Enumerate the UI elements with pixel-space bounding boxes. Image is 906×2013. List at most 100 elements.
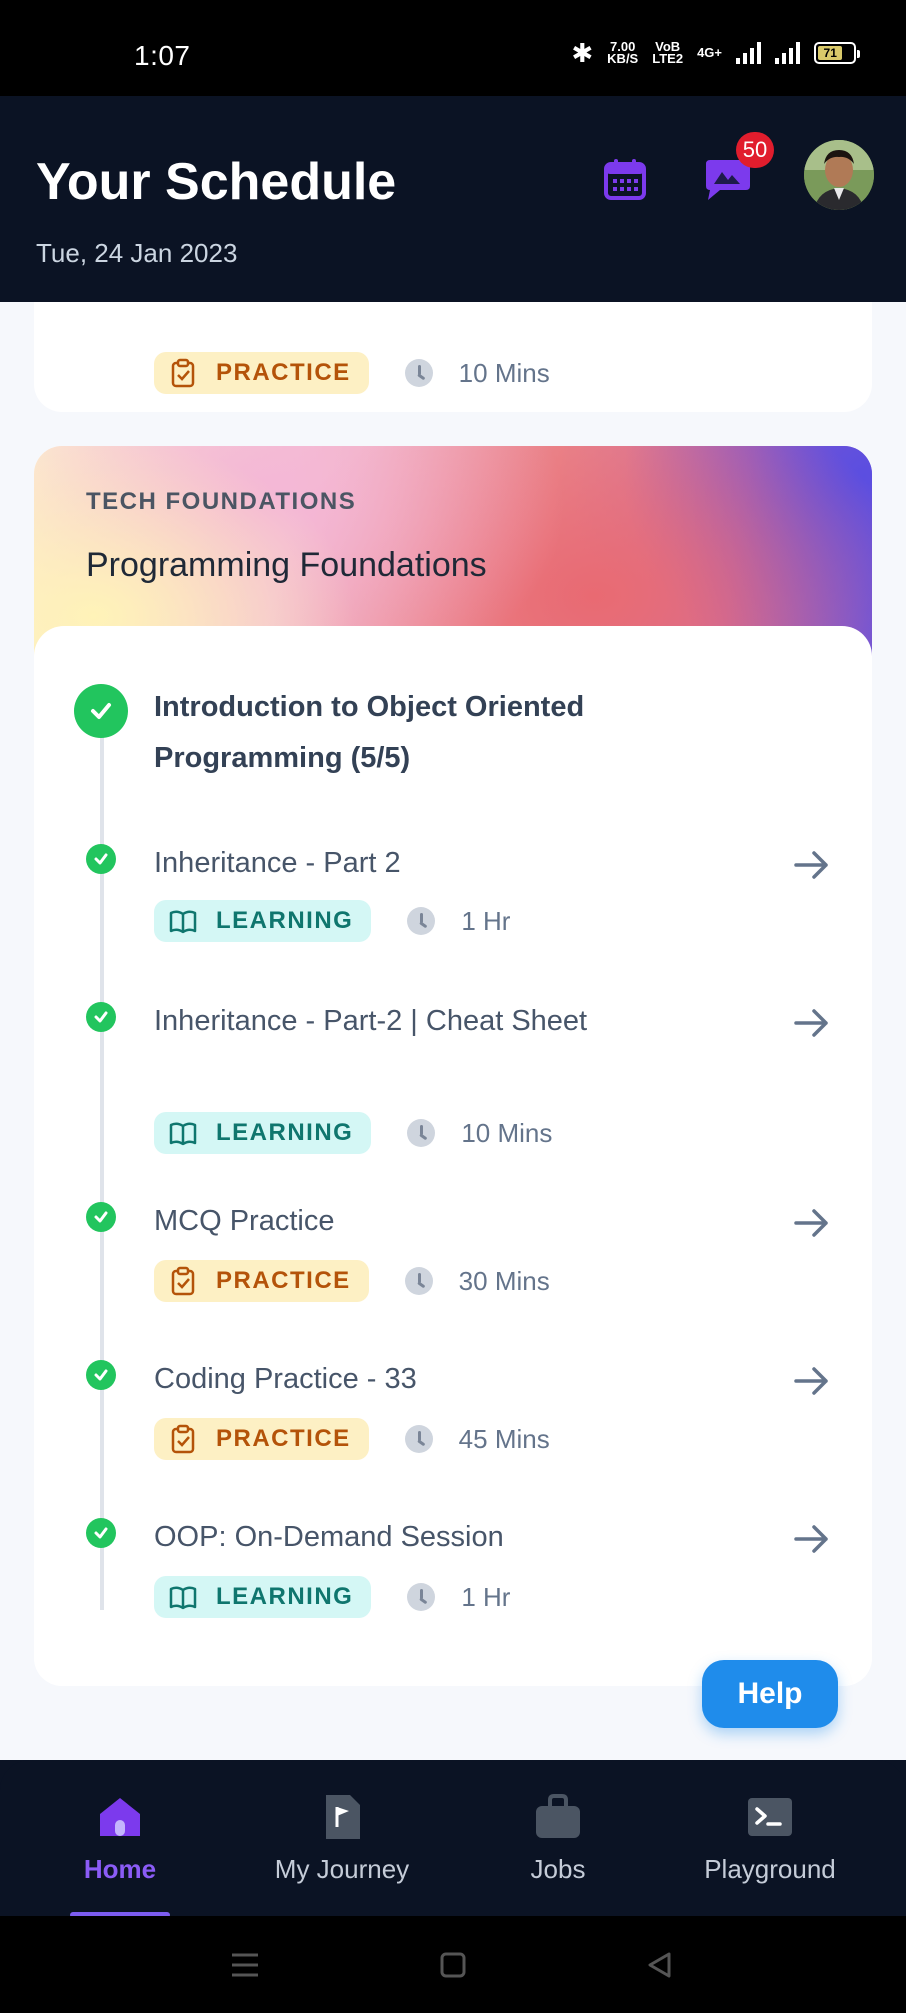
- briefcase-icon: [533, 1792, 583, 1842]
- item-meta: LEARNING 1 Hr: [154, 1576, 510, 1618]
- help-button[interactable]: Help: [702, 1660, 838, 1728]
- module-complete-icon: [74, 684, 128, 738]
- book-open-icon: [168, 906, 198, 936]
- bottom-nav: Home My Journey Jobs Playground: [0, 1760, 906, 1918]
- item-title: MCQ Practice: [154, 1205, 335, 1237]
- learning-tag: LEARNING: [154, 1576, 372, 1618]
- previous-course-card: PRACTICE 10 Mins: [34, 302, 872, 412]
- tag-label: PRACTICE: [216, 1267, 351, 1294]
- check-circle-icon: [86, 1518, 116, 1548]
- page-title: Your Schedule: [36, 153, 397, 211]
- battery-level: 71: [818, 46, 843, 60]
- tag-label: PRACTICE: [216, 1425, 351, 1452]
- tag-label: PRACTICE: [216, 359, 351, 386]
- calendar-icon: [604, 159, 646, 200]
- system-nav-bar: [0, 1916, 906, 2013]
- home-system-button[interactable]: [428, 1940, 478, 1990]
- clipboard-check-icon: [168, 1424, 198, 1454]
- volte-bottom: LTE2: [652, 51, 684, 66]
- item-title: Coding Practice - 33: [154, 1363, 417, 1395]
- status-icons: ✱ 7.00 KB/S VoB LTE2 4G+ 71: [571, 38, 860, 68]
- nav-item-home[interactable]: Home: [50, 1760, 190, 1916]
- square-icon: [440, 1952, 466, 1978]
- module-title: Introduction to Object Oriented Programm…: [154, 691, 585, 774]
- calendar-button[interactable]: [600, 154, 650, 204]
- nav-label: Jobs: [530, 1854, 586, 1884]
- app-header: Your Schedule Tue, 24 Jan 2023 50: [0, 96, 906, 302]
- flag-icon: [317, 1792, 367, 1842]
- clock-icon: [404, 359, 433, 387]
- course-category: TECH FOUNDATIONS: [86, 488, 357, 515]
- status-time: 1:07: [134, 40, 191, 71]
- nav-item-my-journey[interactable]: My Journey: [252, 1760, 432, 1916]
- nav-item-playground[interactable]: Playground: [686, 1760, 854, 1916]
- clock-icon: [404, 1425, 433, 1453]
- clock-icon: [404, 1267, 433, 1295]
- recent-apps-button[interactable]: [220, 1940, 270, 1990]
- arrow-right-icon[interactable]: [792, 1364, 832, 1398]
- duration: 10 Mins: [458, 357, 550, 388]
- bluetooth-icon: ✱: [571, 38, 594, 68]
- battery-icon: 71: [814, 42, 860, 64]
- duration: 45 Mins: [458, 1423, 550, 1454]
- clipboard-check-icon: [168, 1266, 198, 1296]
- tag-label: LEARNING: [216, 907, 354, 934]
- duration: 10 Mins: [461, 1117, 553, 1148]
- signal-bars-icon-2: [775, 42, 800, 64]
- practice-tag: PRACTICE: [154, 1260, 369, 1302]
- course-title: Programming Foundations: [86, 546, 487, 584]
- status-bar: 1:07 ✱ 7.00 KB/S VoB LTE2 4G+ 71: [0, 0, 906, 96]
- item-title: Inheritance - Part 2: [154, 847, 401, 879]
- clock-icon: [407, 1583, 436, 1611]
- item-meta: PRACTICE 30 Mins: [154, 1260, 550, 1302]
- previous-item-meta: PRACTICE 10 Mins: [154, 352, 550, 394]
- duration: 30 Mins: [458, 1265, 550, 1296]
- check-circle-icon: [86, 1360, 116, 1390]
- practice-tag: PRACTICE: [154, 352, 369, 394]
- tag-label: LEARNING: [216, 1119, 354, 1146]
- arrow-right-icon[interactable]: [792, 1006, 832, 1040]
- check-circle-icon: [86, 844, 116, 874]
- arrow-right-icon[interactable]: [792, 1522, 832, 1556]
- net-speed-unit: KB/S: [607, 51, 639, 66]
- course-card: TECH FOUNDATIONS Programming Foundations…: [34, 446, 872, 1686]
- item-meta: LEARNING 1 Hr: [154, 900, 510, 942]
- clock-icon: [407, 1119, 436, 1147]
- schedule-content[interactable]: PRACTICE 10 Mins TECH FOUNDATIONS Progra…: [0, 302, 906, 1760]
- back-system-button[interactable]: [634, 1940, 684, 1990]
- book-open-icon: [168, 1582, 198, 1612]
- terminal-icon: [745, 1792, 795, 1842]
- home-icon: [95, 1792, 145, 1842]
- item-meta: LEARNING 10 Mins: [154, 1112, 552, 1154]
- item-meta: PRACTICE 45 Mins: [154, 1418, 550, 1460]
- practice-tag: PRACTICE: [154, 1418, 369, 1460]
- nav-label: Playground: [704, 1854, 836, 1884]
- item-title: OOP: On-Demand Session: [154, 1521, 504, 1553]
- tag-label: LEARNING: [216, 1583, 354, 1610]
- duration: 1 Hr: [461, 1581, 511, 1612]
- book-open-icon: [168, 1118, 198, 1148]
- item-title: Inheritance - Part-2 | Cheat Sheet: [154, 1005, 588, 1037]
- nav-label: My Journey: [274, 1854, 410, 1884]
- course-body: Introduction to Object Oriented Programm…: [34, 626, 872, 1686]
- clipboard-check-icon: [168, 358, 198, 388]
- arrow-right-icon[interactable]: [792, 1206, 832, 1240]
- avatar[interactable]: [804, 140, 874, 210]
- volte-indicator: VoB LTE2: [652, 40, 684, 66]
- back-triangle-icon: [648, 1952, 671, 1978]
- duration: 1 Hr: [461, 905, 511, 936]
- arrow-right-icon[interactable]: [792, 848, 832, 882]
- clock-icon: [407, 907, 436, 935]
- notification-badge: 50: [736, 132, 774, 168]
- learning-tag: LEARNING: [154, 1112, 372, 1154]
- menu-lines-icon: [232, 1953, 258, 1977]
- profile-photo-icon: [804, 140, 874, 210]
- page-date: Tue, 24 Jan 2023: [36, 238, 238, 268]
- net-speed: 7.00 KB/S: [607, 40, 639, 66]
- network-type: 4G+: [697, 45, 722, 60]
- check-circle-icon: [86, 1202, 116, 1232]
- check-circle-icon: [86, 1002, 116, 1032]
- learning-tag: LEARNING: [154, 900, 372, 942]
- nav-label: Home: [83, 1854, 157, 1884]
- nav-item-jobs[interactable]: Jobs: [500, 1760, 616, 1916]
